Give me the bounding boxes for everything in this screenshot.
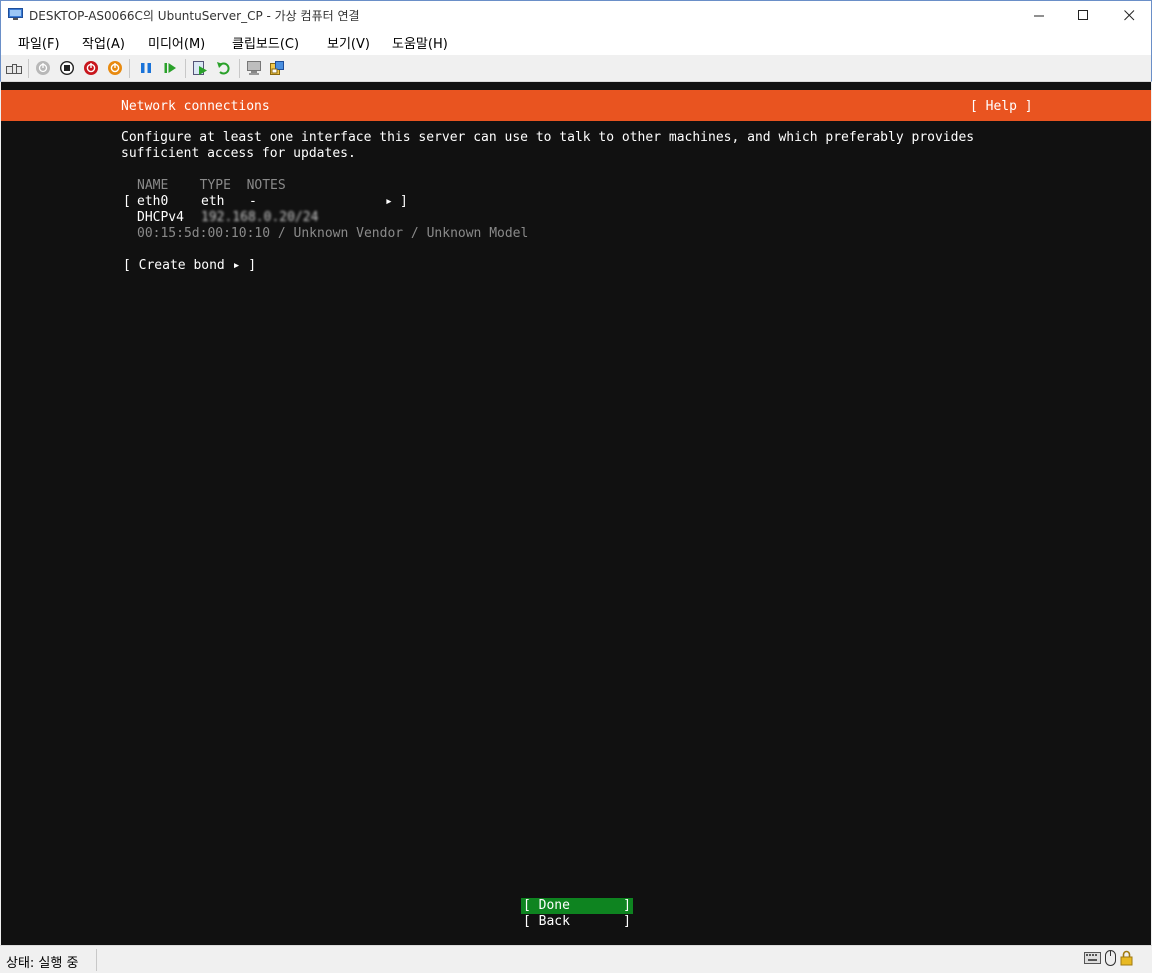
share-icon[interactable] bbox=[268, 59, 286, 77]
menu-clipboard[interactable]: 클립보드(C) bbox=[232, 33, 299, 52]
description-line-2: sufficient access for updates. bbox=[121, 146, 356, 161]
mouse-icon bbox=[1105, 950, 1116, 970]
interface-menu-arrow-icon: ▸ bbox=[385, 194, 393, 209]
start-icon[interactable] bbox=[34, 59, 52, 77]
status-bar: 상태: 실행 중 bbox=[0, 945, 1152, 973]
menu-help[interactable]: 도움말(H) bbox=[392, 33, 448, 52]
dhcp-label: DHCPv4 bbox=[137, 210, 184, 225]
create-bond-button[interactable]: [ Create bond ▸ ] bbox=[123, 258, 256, 274]
window-titlebar: DESKTOP-AS0066C의 UbuntuServer_CP - 가상 컴퓨… bbox=[0, 0, 1152, 28]
revert-icon[interactable] bbox=[215, 59, 233, 77]
window-title: DESKTOP-AS0066C의 UbuntuServer_CP - 가상 컴퓨… bbox=[29, 9, 360, 23]
dhcp-address: 192.168.0.20/24 bbox=[201, 210, 319, 225]
description-line-1: Configure at least one interface this se… bbox=[121, 130, 975, 145]
enhanced-session-icon[interactable] bbox=[245, 59, 263, 77]
close-button[interactable] bbox=[1106, 1, 1152, 29]
shut-down-icon[interactable] bbox=[82, 59, 100, 77]
toolbar bbox=[0, 55, 1152, 82]
status-icons bbox=[1084, 950, 1133, 970]
done-label: [ Done bbox=[523, 898, 570, 913]
back-close-bracket: ] bbox=[623, 914, 631, 929]
ctrl-alt-del-icon[interactable] bbox=[5, 59, 23, 77]
menu-action[interactable]: 작업(A) bbox=[82, 33, 125, 52]
checkpoint-icon[interactable] bbox=[191, 59, 209, 77]
toolbar-separator bbox=[185, 59, 186, 78]
done-button[interactable]: [ Done ] bbox=[521, 898, 633, 914]
mac-vendor-info: 00:15:5d:00:10:10 / Unknown Vendor / Unk… bbox=[137, 226, 529, 241]
interface-name: eth0 bbox=[137, 194, 169, 209]
resume-icon[interactable] bbox=[161, 59, 179, 77]
pause-icon[interactable] bbox=[137, 59, 155, 77]
help-button[interactable]: [ Help ] bbox=[970, 99, 1033, 114]
toolbar-separator bbox=[129, 59, 130, 78]
table-header: NAME TYPE NOTES bbox=[137, 178, 286, 193]
vm-console-screen[interactable]: Network connections [ Help ] Configure a… bbox=[1, 82, 1151, 945]
toolbar-separator bbox=[28, 59, 29, 78]
menu-view[interactable]: 보기(V) bbox=[327, 33, 370, 52]
keyboard-icon bbox=[1084, 952, 1101, 968]
vm-connection-icon bbox=[8, 8, 23, 21]
interface-notes: - bbox=[249, 194, 257, 209]
row-open-bracket: [ bbox=[123, 194, 131, 209]
console-top-strip bbox=[1, 82, 1151, 90]
maximize-button[interactable] bbox=[1060, 1, 1106, 29]
lock-icon bbox=[1120, 950, 1133, 970]
save-icon[interactable] bbox=[106, 59, 124, 77]
toolbar-separator bbox=[239, 59, 240, 78]
back-button[interactable]: [ Back ] bbox=[521, 914, 633, 930]
menu-media[interactable]: 미디어(M) bbox=[148, 33, 205, 52]
menu-bar: 파일(F) 작업(A) 미디어(M) 클립보드(C) 보기(V) 도움말(H) bbox=[0, 28, 1152, 55]
turn-off-icon[interactable] bbox=[58, 59, 76, 77]
installer-header: Network connections [ Help ] bbox=[1, 90, 1151, 121]
back-label: [ Back bbox=[523, 914, 570, 929]
status-separator bbox=[96, 949, 97, 971]
done-close-bracket: ] bbox=[623, 898, 631, 913]
installer-title: Network connections bbox=[121, 99, 270, 114]
minimize-button[interactable] bbox=[1016, 1, 1062, 29]
row-close-bracket: ] bbox=[400, 194, 408, 209]
interface-type: eth bbox=[201, 194, 225, 209]
vm-status: 상태: 실행 중 bbox=[6, 956, 79, 971]
menu-file[interactable]: 파일(F) bbox=[18, 33, 60, 52]
